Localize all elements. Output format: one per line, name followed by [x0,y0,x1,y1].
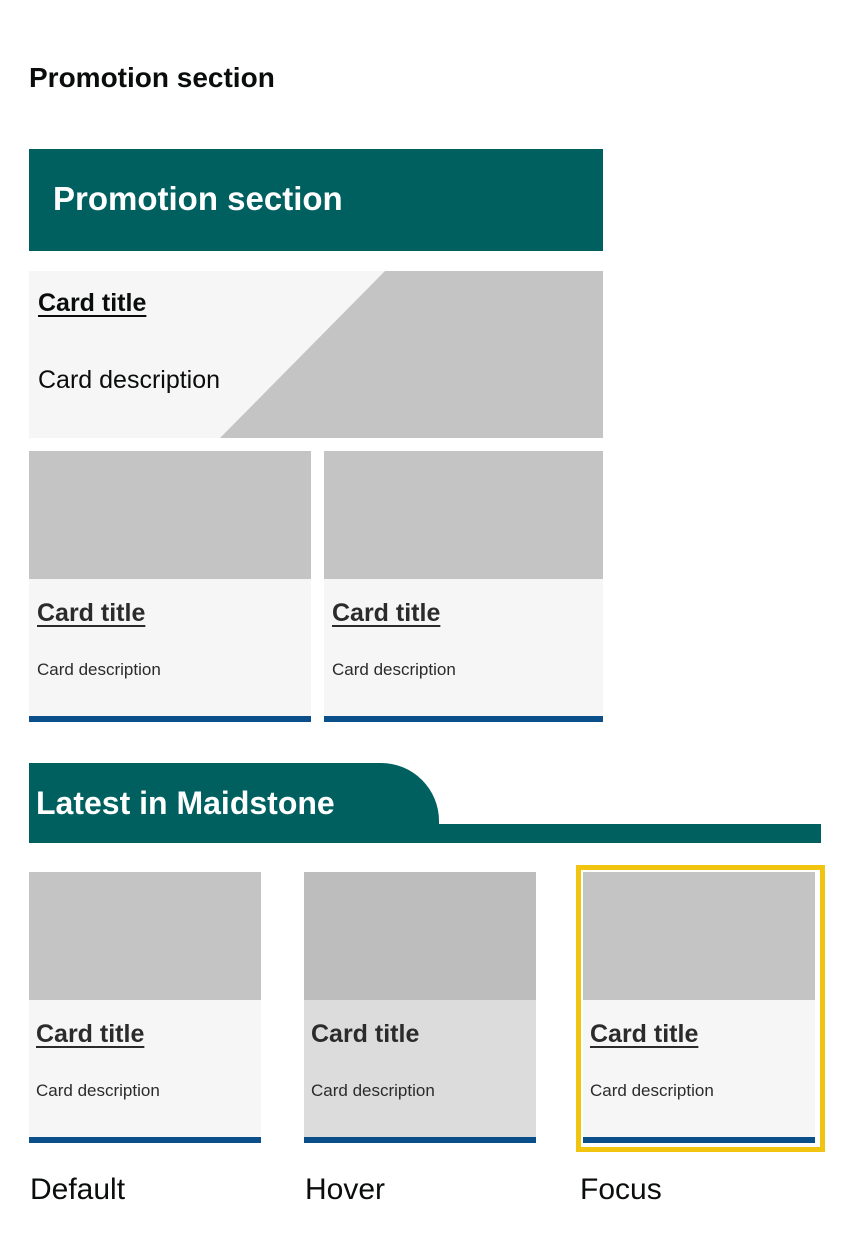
latest-section-title: Latest in Maidstone [36,785,335,821]
card-accent-bar [324,716,603,722]
card-description: Card description [36,1081,160,1100]
latest-card-default[interactable]: Card title Card description [29,872,261,1143]
feature-card-description: Card description [38,366,221,394]
state-label-hover: Hover [305,1173,386,1206]
card-accent-bar [29,716,311,722]
promotion-section-header: Promotion section [29,149,603,251]
page-heading: Promotion section [29,62,275,93]
card-title-link[interactable]: Card title [332,597,440,629]
card-title-link[interactable]: Card title [37,597,145,629]
card-image [29,872,261,1000]
card-title-link[interactable]: Card title [311,1018,419,1050]
card-accent-bar [304,1137,536,1143]
feature-card[interactable]: Card title Card description [29,271,603,438]
card-title-link[interactable]: Card title [590,1018,698,1050]
card-description: Card description [332,660,456,679]
latest-card-focus[interactable]: Card title Card description [583,872,815,1143]
card-image [583,872,815,1000]
card-image [324,451,603,579]
state-label-focus: Focus [580,1173,662,1206]
latest-card-hover[interactable]: Card title Card description [304,872,536,1143]
promotion-card-1[interactable]: Card title Card description [29,451,311,722]
card-accent-bar [29,1137,261,1143]
promotion-card-2[interactable]: Card title Card description [324,451,603,722]
card-description: Card description [311,1081,435,1100]
card-image [304,872,536,1000]
card-title-link[interactable]: Card title [36,1018,144,1050]
card-description: Card description [37,660,161,679]
card-accent-bar [583,1137,815,1143]
state-label-default: Default [30,1173,126,1206]
card-description: Card description [590,1081,714,1100]
promotion-section-title: Promotion section [53,180,343,217]
feature-card-title-link[interactable]: Card title [38,287,146,319]
card-image [29,451,311,579]
